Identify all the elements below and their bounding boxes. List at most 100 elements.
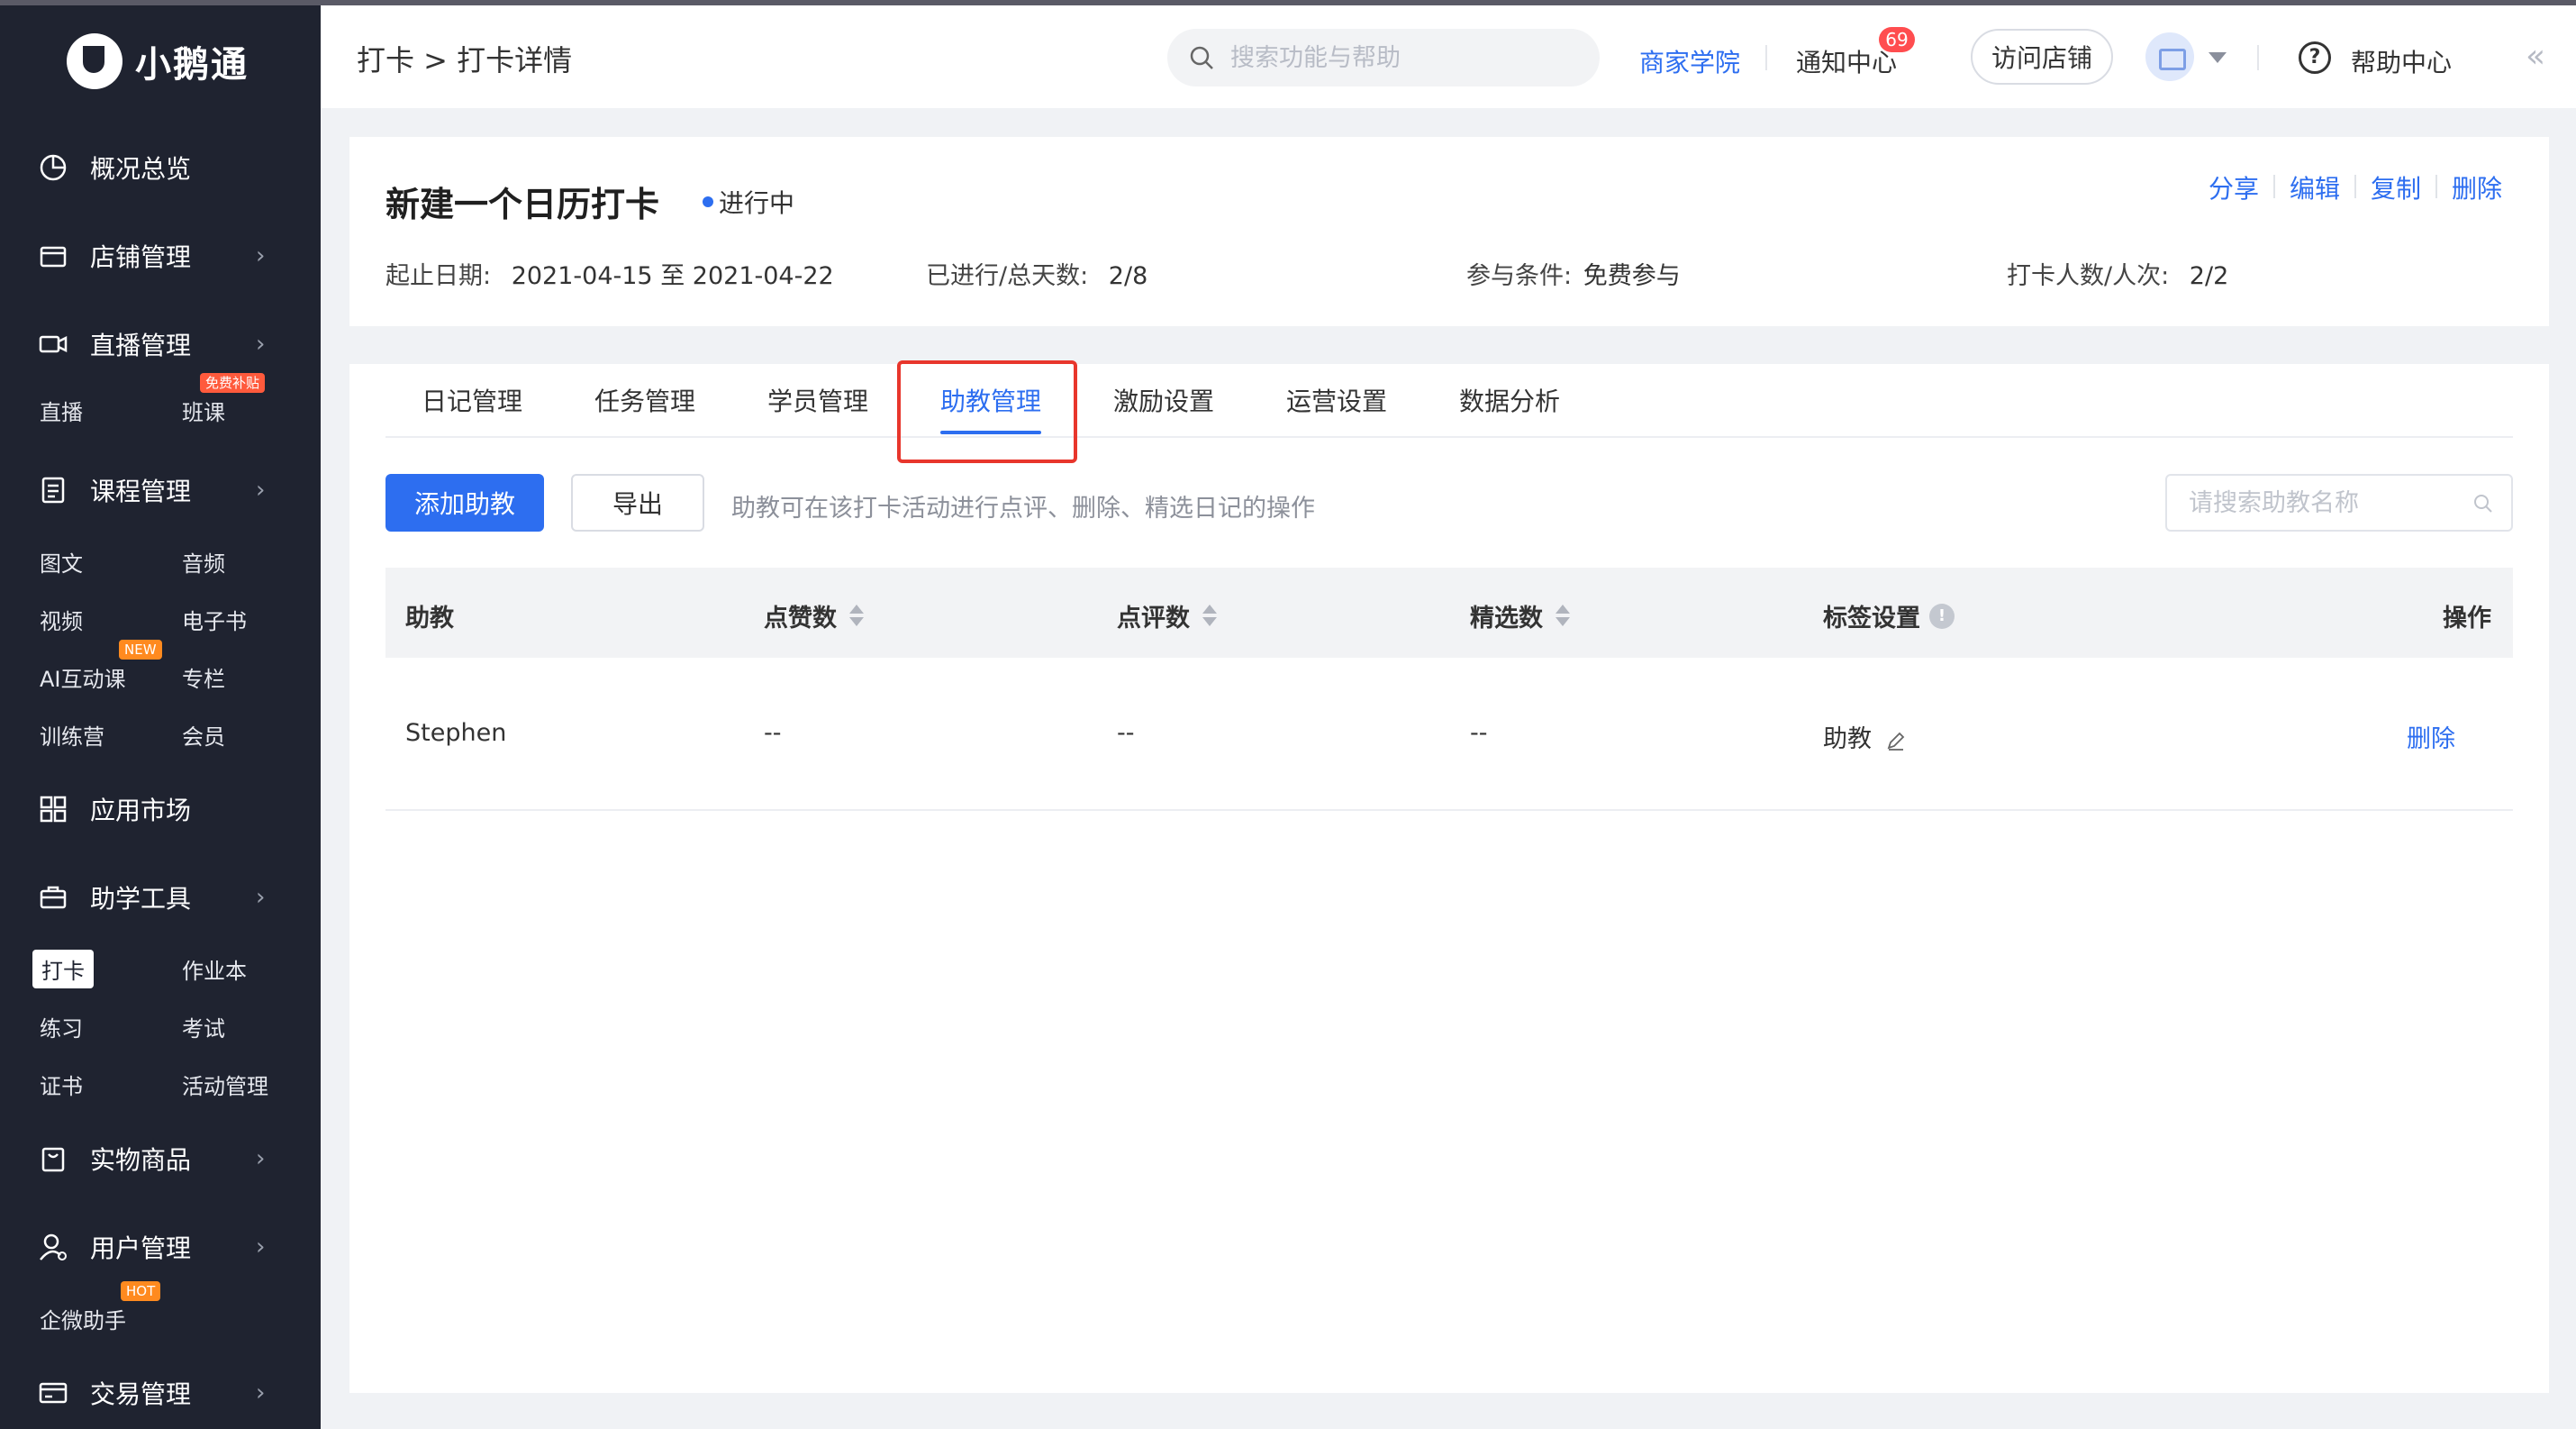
- export-button[interactable]: 导出: [571, 474, 704, 532]
- top-header: 打卡 > 打卡详情 商家学院 通知中心 69 访问店铺 ? 帮助中心 «: [321, 5, 2576, 108]
- copy-link[interactable]: 复制: [2371, 169, 2421, 205]
- delete-activity-link[interactable]: 删除: [2452, 169, 2502, 205]
- chevron-right-icon: ›: [256, 242, 266, 269]
- nav-users[interactable]: 用户管理 ›: [0, 1220, 321, 1274]
- checkin-count-label: 打卡人数/人次:: [2007, 262, 2170, 290]
- condition-value: 免费参与: [1583, 262, 1681, 290]
- breadcrumb[interactable]: 打卡 > 打卡详情: [357, 38, 572, 79]
- sidebar-item-exam[interactable]: 考试: [182, 1011, 225, 1042]
- sort-icon[interactable]: [1202, 604, 1217, 628]
- nav-overview-label: 概况总览: [90, 154, 192, 184]
- tab-incentive[interactable]: 激励设置: [1113, 382, 1214, 418]
- sort-icon[interactable]: [1556, 604, 1570, 628]
- column-header-label: 操作: [2443, 605, 2491, 633]
- sidebar-item-column[interactable]: 专栏: [182, 661, 225, 693]
- sidebar-item-member[interactable]: 会员: [182, 719, 225, 751]
- column-header-featured[interactable]: 精选数: [1470, 598, 1570, 633]
- column-header-label: 助教: [405, 605, 454, 633]
- column-header-tag-settings: 标签设置 !: [1823, 598, 1955, 633]
- activity-summary-card: 新建一个日历打卡 进行中 分享 编辑 复制 删除 起止日期: 2021-04-1…: [349, 137, 2549, 326]
- sidebar-item-checkin[interactable]: 打卡: [32, 950, 94, 988]
- question-circle-icon[interactable]: ?: [2299, 41, 2331, 74]
- tabs-divider: [385, 436, 2513, 438]
- tab-tasks[interactable]: 任务管理: [594, 382, 695, 418]
- wallet-icon: [39, 1382, 68, 1404]
- nav-live[interactable]: 直播管理 ›: [0, 317, 321, 371]
- divider: [2257, 45, 2259, 70]
- tab-analytics[interactable]: 数据分析: [1459, 382, 1560, 418]
- progress-days: 已进行/总天数: 2/8: [926, 256, 1147, 291]
- collapse-double-chevron-icon[interactable]: «: [2526, 38, 2545, 75]
- nav-app-market[interactable]: 应用市场: [0, 782, 321, 836]
- column-header-label: 标签设置: [1823, 605, 1920, 633]
- share-link[interactable]: 分享: [2209, 169, 2259, 205]
- goose-logo-icon: [67, 33, 122, 89]
- search-icon[interactable]: [2472, 492, 2495, 515]
- hot-badge: HOT: [121, 1281, 161, 1301]
- pencil-edit-icon[interactable]: [1885, 730, 1907, 751]
- help-center-link[interactable]: 帮助中心: [2351, 43, 2452, 79]
- tab-diary[interactable]: 日记管理: [422, 382, 522, 418]
- sidebar-item-activity[interactable]: 活动管理: [182, 1069, 268, 1100]
- nav-physical-goods-label: 实物商品: [90, 1145, 192, 1175]
- merchant-academy-link[interactable]: 商家学院: [1639, 43, 1740, 79]
- nav-live-label: 直播管理: [90, 331, 192, 360]
- assistant-management-panel: 日记管理 任务管理 学员管理 助教管理 激励设置 运营设置 数据分析 添加助教 …: [349, 360, 2549, 1393]
- nav-transactions[interactable]: 交易管理 ›: [0, 1366, 321, 1420]
- column-header-comments[interactable]: 点评数: [1117, 598, 1217, 633]
- info-icon[interactable]: !: [1929, 603, 1955, 629]
- global-search-input[interactable]: [1230, 38, 1582, 77]
- activity-title: 新建一个日历打卡: [385, 185, 660, 224]
- assistant-name: Stephen: [405, 719, 507, 747]
- nav-course-label: 课程管理: [90, 477, 192, 506]
- sidebar-item-wecom-assistant[interactable]: 企微助手: [40, 1303, 126, 1334]
- sidebar-item-class[interactable]: 班课: [182, 395, 225, 426]
- divider: [2273, 175, 2275, 198]
- add-assistant-button[interactable]: 添加助教: [385, 474, 544, 532]
- assistant-search[interactable]: [2165, 474, 2513, 532]
- nav-course[interactable]: 课程管理 ›: [0, 463, 321, 517]
- assistant-search-input[interactable]: [2189, 485, 2459, 521]
- user-icon: [40, 1233, 67, 1261]
- global-search[interactable]: [1167, 29, 1600, 86]
- toolbox-icon: [40, 886, 67, 909]
- column-header-actions: 操作: [2443, 598, 2491, 633]
- sidebar-item-video[interactable]: 视频: [40, 604, 83, 635]
- nav-learning-tools[interactable]: 助学工具 ›: [0, 870, 321, 924]
- tab-operations[interactable]: 运营设置: [1286, 382, 1387, 418]
- sidebar-item-camp[interactable]: 训练营: [40, 719, 104, 751]
- column-header-likes[interactable]: 点赞数: [764, 598, 864, 633]
- nav-shop-label: 店铺管理: [90, 242, 192, 272]
- checkin-count-value: 2/2: [2189, 262, 2229, 290]
- date-range-label: 起止日期:: [385, 262, 492, 290]
- sidebar-item-audio[interactable]: 音频: [182, 546, 225, 578]
- status-dot-icon: [703, 196, 713, 207]
- tab-students[interactable]: 学员管理: [767, 382, 868, 418]
- sidebar-item-practice[interactable]: 练习: [40, 1011, 83, 1042]
- sort-icon[interactable]: [849, 604, 864, 628]
- caret-down-icon[interactable]: [2209, 52, 2227, 63]
- store-avatar-icon[interactable]: [2145, 32, 2194, 81]
- sidebar-item-ai-course[interactable]: AI互动课: [40, 661, 126, 693]
- chevron-right-icon: ›: [256, 1233, 266, 1261]
- nav-app-market-label: 应用市场: [90, 796, 192, 825]
- visit-store-button[interactable]: 访问店铺: [1971, 29, 2113, 85]
- sidebar-item-live[interactable]: 直播: [40, 395, 83, 426]
- document-icon: [41, 477, 65, 504]
- status-label: 进行中: [719, 188, 795, 218]
- delete-assistant-link[interactable]: 删除: [2407, 719, 2455, 754]
- nav-shop[interactable]: 店铺管理 ›: [0, 229, 321, 283]
- sidebar-item-homework[interactable]: 作业本: [182, 953, 247, 985]
- tag-value: 助教: [1823, 725, 1872, 753]
- checkin-count: 打卡人数/人次: 2/2: [2007, 256, 2228, 291]
- nav-overview[interactable]: 概况总览: [0, 141, 321, 195]
- chevron-right-icon: ›: [256, 477, 266, 504]
- brand-logo[interactable]: 小鹅通: [67, 32, 249, 90]
- sidebar-item-ebook[interactable]: 电子书: [182, 604, 247, 635]
- sidebar-item-certificate[interactable]: 证书: [40, 1069, 83, 1100]
- edit-link[interactable]: 编辑: [2290, 169, 2340, 205]
- likes-count: --: [764, 719, 782, 747]
- featured-count: --: [1470, 719, 1488, 747]
- sidebar-item-article[interactable]: 图文: [40, 546, 83, 578]
- nav-physical-goods[interactable]: 实物商品 ›: [0, 1132, 321, 1186]
